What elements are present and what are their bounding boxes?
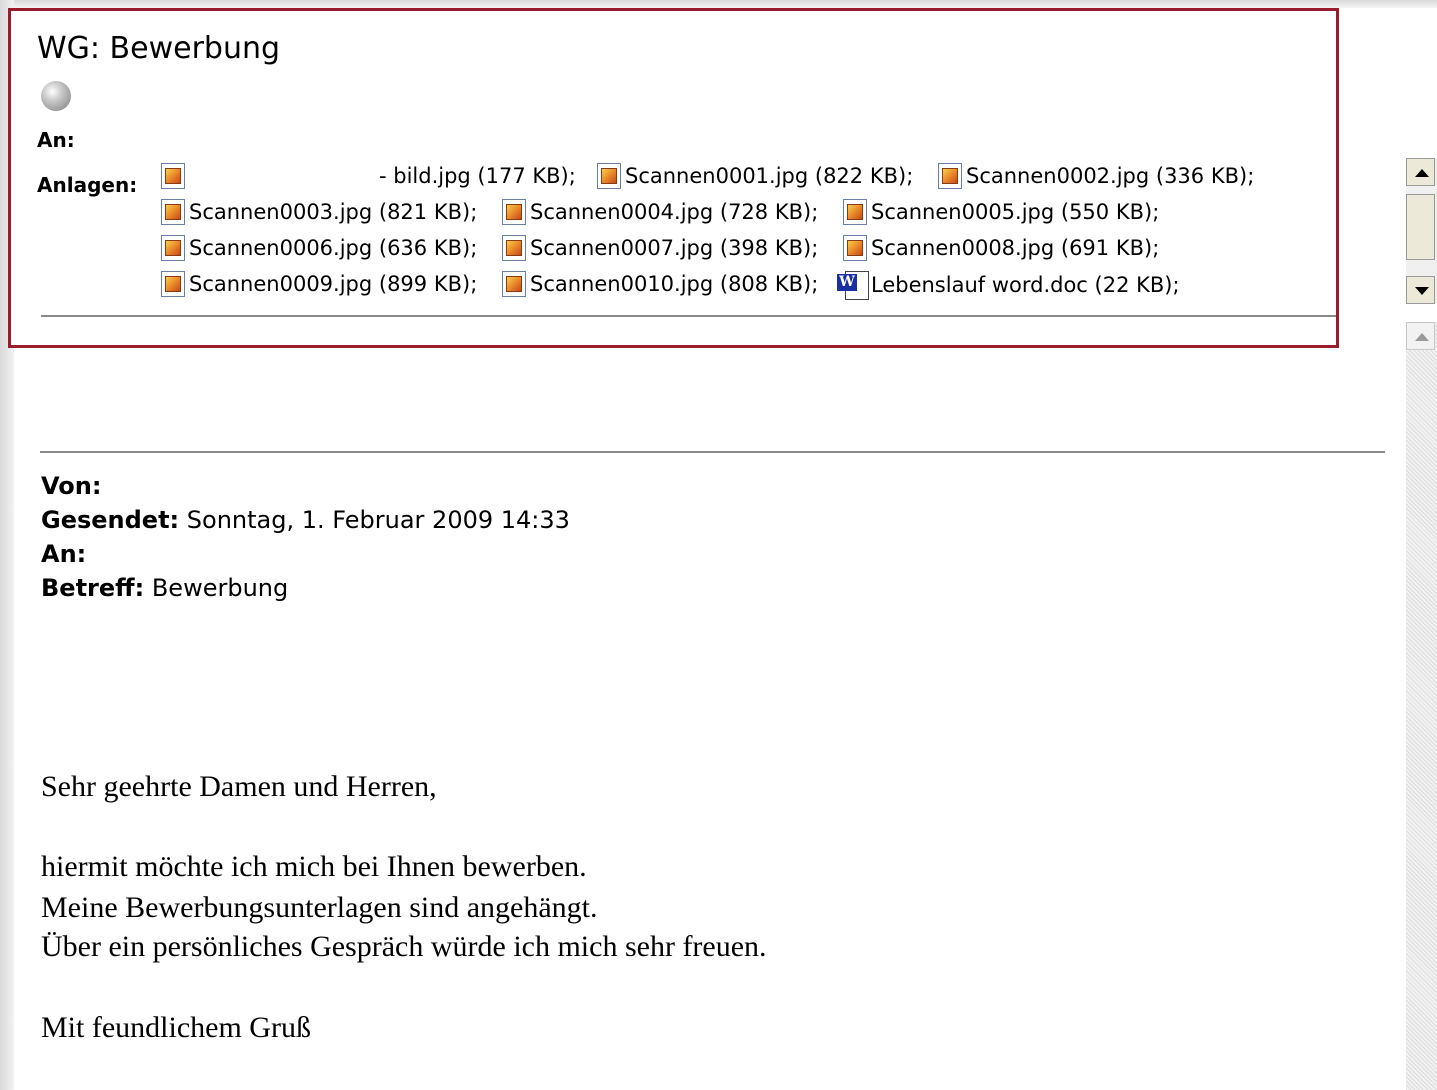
scroll-up-arrow-icon bbox=[1415, 333, 1429, 341]
greeting-text: Sehr geehrte Damen und Herren, bbox=[41, 770, 437, 803]
attachment-item[interactable]: Scannen0003.jpg (821 KB); bbox=[161, 199, 477, 225]
image-file-icon bbox=[161, 235, 185, 261]
message-header-panel: WG: Bewerbung An: Anlagen: - bild.jpg (1… bbox=[8, 8, 1339, 348]
presence-status-icon[interactable] bbox=[41, 81, 71, 111]
attachment-item[interactable]: Scannen0001.jpg (822 KB); bbox=[597, 163, 913, 189]
header-divider bbox=[41, 315, 1336, 317]
attachment-name: Scannen0009.jpg (899 KB); bbox=[189, 272, 478, 296]
word-document-icon: W bbox=[837, 271, 869, 300]
attachment-name: Scannen0004.jpg (728 KB); bbox=[530, 200, 819, 224]
image-file-icon bbox=[161, 163, 185, 189]
backdrop-top bbox=[0, 0, 1437, 8]
closing-text: Mit feundlichem Gruß bbox=[41, 1011, 311, 1044]
attachment-item[interactable]: Scannen0004.jpg (728 KB); bbox=[502, 199, 818, 225]
attachment-item[interactable]: Scannen0010.jpg (808 KB); bbox=[502, 271, 818, 297]
attachment-item[interactable]: Scannen0005.jpg (550 KB); bbox=[843, 199, 1159, 225]
message-body-scrollbar[interactable] bbox=[1406, 322, 1437, 1090]
image-file-icon bbox=[843, 199, 867, 225]
subject-line: Betreff: Bewerbung bbox=[41, 574, 288, 602]
message-subject-title: WG: Bewerbung bbox=[37, 31, 281, 66]
attachment-name: Scannen0003.jpg (821 KB); bbox=[189, 200, 478, 224]
attachment-item[interactable]: Scannen0007.jpg (398 KB); bbox=[502, 235, 818, 261]
attachment-name: Scannen0007.jpg (398 KB); bbox=[530, 236, 819, 260]
image-file-icon bbox=[597, 163, 621, 189]
attachment-item[interactable]: Scannen0009.jpg (899 KB); bbox=[161, 271, 477, 297]
attachments-scrollbar[interactable] bbox=[1406, 158, 1437, 304]
scroll-down-arrow-icon bbox=[1415, 287, 1429, 295]
attachments-label: Anlagen: bbox=[37, 173, 138, 197]
scroll-thumb[interactable] bbox=[1406, 194, 1435, 260]
scroll-up-button[interactable] bbox=[1406, 322, 1435, 350]
sent-line: Gesendet: Sonntag, 1. Februar 2009 14:33 bbox=[41, 506, 570, 534]
attachment-name: - bild.jpg (177 KB); bbox=[379, 164, 576, 188]
image-file-icon bbox=[843, 235, 867, 261]
image-file-icon bbox=[161, 199, 185, 225]
image-file-icon bbox=[502, 199, 526, 225]
image-file-icon bbox=[161, 271, 185, 297]
sent-value: Sonntag, 1. Februar 2009 14:33 bbox=[186, 506, 570, 534]
to-label: An: bbox=[37, 128, 75, 152]
to-line: An: bbox=[41, 540, 86, 568]
body-line: Über ein persönliches Gespräch würde ich… bbox=[41, 930, 767, 963]
body-line: Meine Bewerbungsunterlagen sind angehäng… bbox=[41, 891, 598, 924]
from-line: Von: bbox=[41, 472, 101, 500]
attachment-item[interactable]: - bild.jpg (177 KB); bbox=[161, 163, 576, 189]
attachment-name: Lebenslauf word.doc (22 KB); bbox=[871, 273, 1180, 297]
scroll-up-arrow-icon bbox=[1415, 169, 1429, 177]
attachment-item[interactable]: W Lebenslauf word.doc (22 KB); bbox=[837, 271, 1180, 300]
body-line: hiermit möchte ich mich bei Ihnen bewerb… bbox=[41, 850, 587, 883]
forwarded-header-divider bbox=[40, 451, 1385, 453]
from-label: Von: bbox=[41, 472, 102, 500]
attachment-item[interactable]: Scannen0008.jpg (691 KB); bbox=[843, 235, 1159, 261]
scroll-down-button[interactable] bbox=[1406, 276, 1435, 304]
attachment-name: Scannen0005.jpg (550 KB); bbox=[871, 200, 1160, 224]
attachment-name: Scannen0006.jpg (636 KB); bbox=[189, 236, 478, 260]
attachment-name: Scannen0002.jpg (336 KB); bbox=[966, 164, 1255, 188]
attachment-name: Scannen0010.jpg (808 KB); bbox=[530, 272, 819, 296]
attachment-name: Scannen0008.jpg (691 KB); bbox=[871, 236, 1160, 260]
attachment-name: Scannen0001.jpg (822 KB); bbox=[625, 164, 914, 188]
attachment-item[interactable]: Scannen0006.jpg (636 KB); bbox=[161, 235, 477, 261]
image-file-icon bbox=[938, 163, 962, 189]
subject-value: Bewerbung bbox=[151, 574, 289, 602]
image-file-icon bbox=[502, 271, 526, 297]
to-label: An: bbox=[41, 540, 87, 568]
scroll-up-button[interactable] bbox=[1406, 158, 1435, 186]
sent-label: Gesendet: bbox=[41, 506, 180, 534]
attachment-item[interactable]: Scannen0002.jpg (336 KB); bbox=[938, 163, 1254, 189]
subject-label: Betreff: bbox=[41, 574, 145, 602]
image-file-icon bbox=[502, 235, 526, 261]
attachments-list: - bild.jpg (177 KB); Scannen0001.jpg (82… bbox=[161, 161, 1301, 321]
